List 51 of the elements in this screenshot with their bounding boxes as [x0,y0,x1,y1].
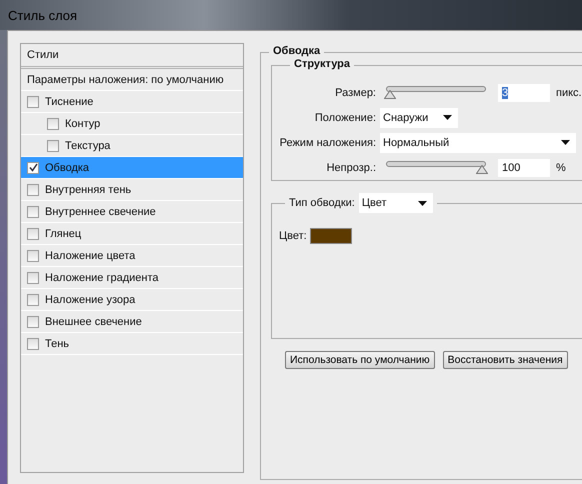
checkbox[interactable] [27,162,39,174]
window-title: Стиль слоя [8,8,78,22]
checkbox[interactable] [27,294,39,306]
field-label: Размер: [334,86,377,98]
caret-icon [561,140,570,145]
list-item[interactable]: Наложение цвета [21,245,243,267]
button[interactable]: Восстановить значения [442,351,568,369]
list-item[interactable]: Параметры наложения: по умолчанию [21,69,243,91]
list-item[interactable]: Внешнее свечение [21,311,243,333]
list-item[interactable]: Наложение узора [21,289,243,311]
checkbox[interactable] [27,338,39,350]
checkbox[interactable] [27,316,39,328]
dropdown[interactable]: Нормальный [380,132,576,152]
checkbox[interactable] [27,206,39,218]
field-label: Режим наложения: [278,136,377,148]
caret-icon [443,115,452,120]
slider[interactable] [384,161,488,174]
slider-thumb[interactable] [476,165,488,174]
field-label: Непрозр.: [326,162,377,174]
list-header: Стили [21,44,243,69]
list-item[interactable]: Обводка [21,157,243,179]
button[interactable]: Использовать по умолчанию [285,351,435,369]
input-field[interactable]: 100 [498,158,550,176]
caret-icon [418,200,427,206]
list-item[interactable]: Внутреннее свечение [21,201,243,223]
input-field[interactable]: 3 [498,84,550,102]
checkbox[interactable] [47,118,59,130]
list-item[interactable]: Наложение градиента [21,267,243,289]
group-title: Обводка [269,45,324,57]
list-item[interactable]: Тень [21,333,243,355]
color-swatch[interactable] [310,228,352,244]
list-item[interactable]: Внутренняя тень [21,179,243,201]
field-label: Положение: [314,112,377,124]
field-label: Цвет: [279,230,307,242]
list-item[interactable]: Глянец [21,223,243,245]
checkbox[interactable] [47,140,59,152]
list-item[interactable]: Тиснение [21,91,243,113]
dropdown[interactable]: Снаружи [380,108,458,128]
slider-thumb[interactable] [384,90,396,99]
dropdown[interactable]: Цвет [358,193,433,213]
checkbox[interactable] [27,96,39,108]
slider[interactable] [384,86,488,99]
checkbox[interactable] [27,184,39,196]
list-item[interactable]: Контур [21,113,243,135]
checkbox[interactable] [27,272,39,284]
field-label: Тип обводки: [289,197,355,209]
checkbox[interactable] [27,250,39,262]
unit-label: пикс. [556,86,582,98]
checkbox[interactable] [27,228,39,240]
unit-label: % [556,162,566,174]
group-title: Структура [290,58,354,70]
